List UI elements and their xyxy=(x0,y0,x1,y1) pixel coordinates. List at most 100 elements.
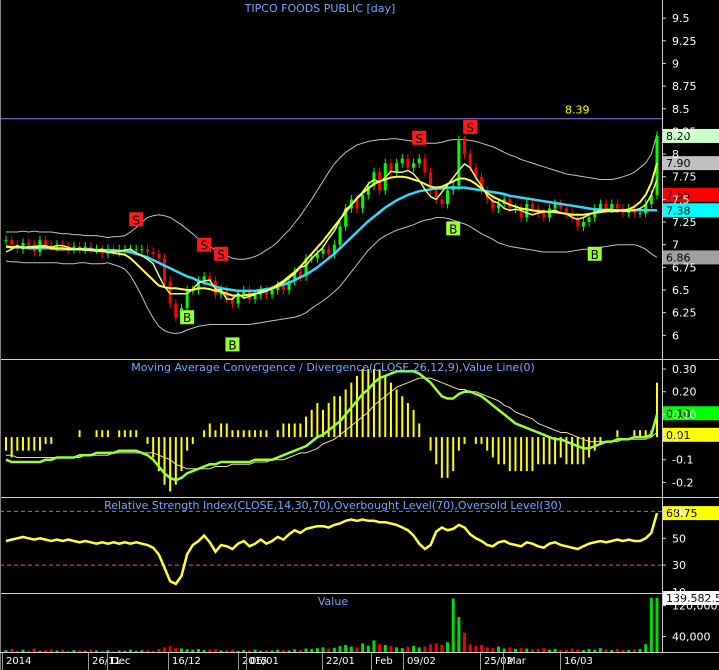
buy-signal: B xyxy=(446,221,461,236)
candle-body xyxy=(27,242,31,245)
signal-letter: S xyxy=(217,248,225,262)
volume-bar xyxy=(440,645,444,652)
buy-signal: B xyxy=(587,246,602,262)
volume-bar xyxy=(338,646,342,652)
y-tick-label: 9.5 xyxy=(672,12,690,25)
candle-body xyxy=(525,203,529,218)
volume-bar xyxy=(417,647,421,652)
signal-letter: B xyxy=(449,222,457,236)
candle-body xyxy=(134,249,138,251)
volume-bar xyxy=(49,649,53,652)
volume-bar xyxy=(485,647,489,652)
y-tick-label: 40,000 xyxy=(672,631,711,644)
volume-bar xyxy=(530,649,534,652)
buy-signal: B xyxy=(180,310,195,325)
volume-bar xyxy=(168,646,172,652)
volume-bar xyxy=(446,642,450,652)
volume-bar xyxy=(321,647,325,652)
volume-bar xyxy=(355,647,359,652)
volume-bar xyxy=(129,649,133,652)
volume-bar xyxy=(649,598,653,652)
y-tick-label: 7.25 xyxy=(672,216,697,229)
volume-bar xyxy=(581,650,585,652)
volume-bar xyxy=(100,650,104,652)
volume-bar xyxy=(185,649,189,652)
volume-bar xyxy=(310,648,314,652)
volume-bar xyxy=(508,647,512,652)
stock-chart: 8.39 SSSSSBBBB8.207.907.557.386.860.100.… xyxy=(0,0,719,670)
volume-bar xyxy=(536,648,540,652)
x-tick-label: 2014 xyxy=(6,656,31,667)
sell-signal: S xyxy=(197,237,212,253)
volume-bar xyxy=(264,650,268,652)
y-tick-label: 50 xyxy=(672,532,686,545)
volume-bar xyxy=(27,650,31,652)
volume-bar xyxy=(564,649,568,652)
volume-bar xyxy=(140,650,144,652)
volume-bar xyxy=(434,643,438,652)
candle-body xyxy=(338,226,342,245)
y-tick-label: 6 xyxy=(672,329,679,342)
volume-bar xyxy=(298,650,302,652)
signal-letter: S xyxy=(200,239,208,253)
chart-title: TIPCO FOODS PUBLIC [day] xyxy=(244,2,396,15)
candle-body xyxy=(412,163,416,168)
volume-bar xyxy=(383,645,387,652)
candle-body xyxy=(604,203,608,209)
y-tick-label: 10 xyxy=(672,586,686,599)
volume-bar xyxy=(542,648,546,652)
volume-bar xyxy=(406,646,410,652)
candle-body xyxy=(530,203,534,209)
volume-bar xyxy=(304,648,308,652)
volume-bar xyxy=(259,650,263,652)
sell-signal: S xyxy=(214,246,229,262)
signal-letter: B xyxy=(591,248,599,262)
candle-body xyxy=(406,158,410,168)
volume-bar xyxy=(463,632,467,652)
y-tick-label: 0.10 xyxy=(672,408,697,421)
volume-bar xyxy=(202,650,206,652)
volume-bar xyxy=(10,648,14,652)
y-tick-label: 0.20 xyxy=(672,386,697,399)
candle-body xyxy=(581,222,585,227)
volume-bar xyxy=(123,650,127,652)
y-tick-label: 0 xyxy=(672,431,679,444)
candle-body xyxy=(542,212,546,218)
candle-body xyxy=(468,154,472,168)
signal-letter: B xyxy=(183,311,191,325)
candle-body xyxy=(615,203,619,209)
volume-bar xyxy=(327,648,331,652)
candle-body xyxy=(610,203,614,209)
candle-body xyxy=(463,140,467,155)
y-tick-label: 30 xyxy=(672,559,686,572)
candle-body xyxy=(4,240,8,242)
candle-body xyxy=(49,244,53,247)
x-tick-label: Feb xyxy=(375,656,393,667)
volume-bar xyxy=(457,617,461,652)
volume-bar xyxy=(151,650,155,652)
volume-bar xyxy=(270,650,274,652)
x-tick-label: 06/01 xyxy=(250,656,279,667)
volume-bar xyxy=(372,640,376,652)
macd-panel-title: Moving Average Convergence / Divergence(… xyxy=(131,361,535,374)
volume-bar xyxy=(604,649,608,652)
rsi-panel-title: Relative Strength Index(CLOSE,14,30,70),… xyxy=(104,499,562,512)
y-tick-label: 0.30 xyxy=(672,363,697,376)
volume-panel-title: Value xyxy=(318,595,348,608)
x-tick-label: 09/02 xyxy=(407,656,436,667)
y-tick-label: 6.75 xyxy=(672,261,697,274)
volume-bar xyxy=(72,650,76,652)
volume-bar xyxy=(491,648,495,652)
y-tick-label: 9 xyxy=(672,57,679,70)
volume-bar xyxy=(344,645,348,652)
volume-bar xyxy=(66,650,70,652)
volume-bar xyxy=(163,647,167,652)
volume-bar xyxy=(513,648,517,652)
x-tick-label: Mar xyxy=(507,656,527,667)
volume-bar xyxy=(117,650,121,652)
volume-bar xyxy=(632,649,636,652)
volume-bar xyxy=(496,646,500,652)
volume-bar xyxy=(106,650,110,652)
volume-bar xyxy=(32,648,36,652)
volume-bar xyxy=(21,649,25,652)
